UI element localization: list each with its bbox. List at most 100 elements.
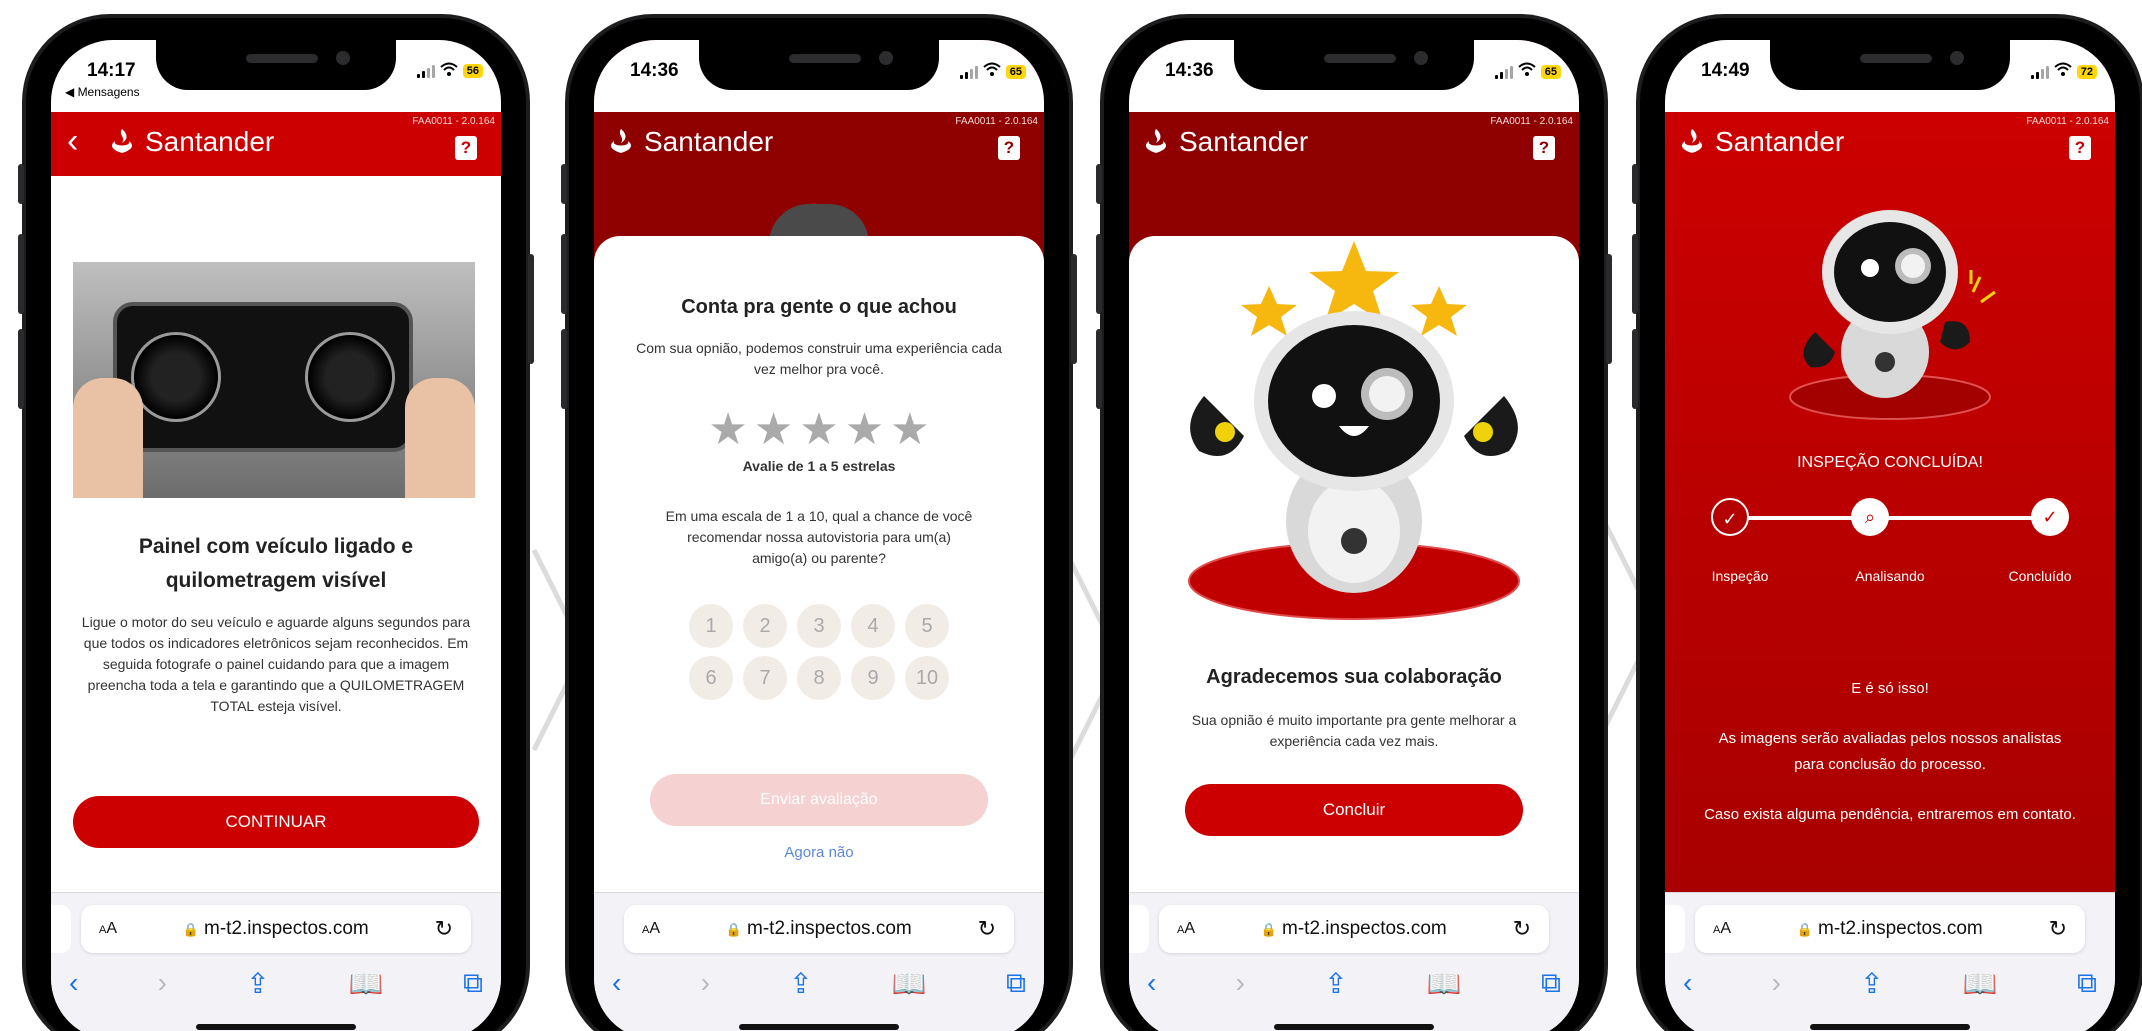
battery-icon: 72	[2076, 64, 2097, 79]
instructions-text: Ligue o motor do seu veículo e aguarde a…	[81, 614, 471, 714]
brand-name: Santander	[145, 126, 275, 157]
back-icon[interactable]: ‹	[69, 967, 78, 999]
step-label: Analisando	[1855, 568, 1925, 584]
star-icon[interactable]: ★	[845, 404, 884, 455]
nps-option[interactable]: 4	[851, 604, 895, 648]
nps-option[interactable]: 6	[689, 656, 733, 700]
star-icon[interactable]: ★	[754, 404, 793, 455]
text-size-icon[interactable]: AA	[1177, 920, 1195, 938]
forward-icon[interactable]: ›	[1772, 967, 1781, 999]
help-icon[interactable]: ?	[455, 136, 477, 160]
star-rating: ★ ★ ★ ★ ★	[594, 404, 1044, 455]
reload-icon[interactable]: ↻	[1513, 916, 1531, 942]
safari-bar: AA 🔒 m-t2.inspectos.com ↻ ‹ › ⇪ 📖 ⧉	[1665, 892, 2115, 1031]
bookmarks-icon[interactable]: 📖	[349, 967, 384, 1000]
signal-icon	[959, 65, 978, 79]
reload-icon[interactable]: ↻	[435, 916, 453, 942]
nps-option[interactable]: 8	[797, 656, 841, 700]
app-version: FAA0011 - 2.0.164	[2026, 116, 2109, 127]
status-time: 14:49	[1701, 60, 1750, 81]
status-time: 14:36	[1165, 60, 1214, 81]
nps-option[interactable]: 1	[689, 604, 733, 648]
app-version: FAA0011 - 2.0.164	[412, 116, 495, 127]
url-text: m-t2.inspectos.com	[1818, 918, 1983, 939]
forward-icon[interactable]: ›	[701, 967, 710, 999]
safari-bar: AA 🔒 m-t2.inspectos.com ↻ ‹ › ⇪ 📖 ⧉	[51, 892, 501, 1031]
battery-icon: 65	[1005, 64, 1026, 79]
lock-icon: 🔒	[1260, 922, 1278, 937]
tabs-icon[interactable]: ⧉	[463, 967, 483, 1000]
battery-icon: 65	[1540, 64, 1561, 79]
app-version: FAA0011 - 2.0.164	[955, 116, 1038, 127]
nps-option[interactable]: 3	[797, 604, 841, 648]
nps-option[interactable]: 10	[905, 656, 949, 700]
notch	[156, 40, 396, 90]
reload-icon[interactable]: ↻	[2049, 916, 2067, 942]
screen: 14:49 72 FAA0011 - 2.0.164 Santander ? I…	[1665, 40, 2115, 1031]
back-icon[interactable]: ‹	[612, 967, 621, 999]
share-icon[interactable]: ⇪	[1860, 967, 1883, 1000]
back-arrow-icon[interactable]: ‹	[67, 124, 78, 158]
thanks-subtitle: Sua opnião é muito importante pra gente …	[1191, 712, 1517, 749]
nps-option[interactable]: 9	[851, 656, 895, 700]
sheet-title: Conta pra gente o que achou	[681, 296, 957, 318]
url-bar[interactable]: AA 🔒 m-t2.inspectos.com ↻	[1159, 905, 1549, 953]
help-icon[interactable]: ?	[2069, 136, 2091, 160]
tabs-icon[interactable]: ⧉	[1006, 967, 1026, 1000]
forward-icon[interactable]: ›	[1236, 967, 1245, 999]
tabs-icon[interactable]: ⧉	[1541, 967, 1561, 1000]
star-icon[interactable]: ★	[708, 404, 747, 455]
home-indicator	[1274, 1024, 1434, 1030]
help-icon[interactable]: ?	[1533, 136, 1555, 160]
nps-option[interactable]: 5	[905, 604, 949, 648]
text-size-icon[interactable]: AA	[642, 920, 660, 938]
star-icon[interactable]: ★	[799, 404, 838, 455]
lock-icon: 🔒	[182, 922, 200, 937]
url-bar[interactable]: AA 🔒 m-t2.inspectos.com ↻	[1695, 905, 2085, 953]
thumbs-up-robot-illustration	[1789, 210, 1996, 420]
reload-icon[interactable]: ↻	[978, 916, 996, 942]
showcase: 14:17 ◀ Mensagens 56 FAA0011 - 2.0.164 ‹…	[0, 0, 2142, 1031]
phone-3: 14:36 65 FAA0011 - 2.0.164 Santander ? A…	[1096, 14, 1612, 1031]
safari-bar: AA 🔒 m-t2.inspectos.com ↻ ‹ › ⇪ 📖 ⧉	[1129, 892, 1579, 1031]
home-indicator	[739, 1024, 899, 1030]
send-rating-button[interactable]: Enviar avaliação	[650, 774, 988, 826]
signal-icon	[1494, 65, 1513, 79]
page-title: Painel com veículo ligado e quilometrage…	[138, 535, 414, 592]
url-bar[interactable]: AA 🔒 m-t2.inspectos.com ↻	[81, 905, 471, 953]
battery-icon: 56	[462, 63, 483, 78]
phone-2: 14:36 65 FAA0011 - 2.0.164 Santander ? C…	[561, 14, 1077, 1031]
bookmarks-icon[interactable]: 📖	[1427, 967, 1462, 1000]
finish-button[interactable]: Concluir	[1185, 784, 1523, 836]
not-now-link[interactable]: Agora não	[594, 844, 1044, 861]
home-indicator	[196, 1024, 356, 1030]
nps-option[interactable]: 7	[743, 656, 787, 700]
share-icon[interactable]: ⇪	[246, 967, 269, 1000]
notch	[1234, 40, 1474, 90]
text-size-icon[interactable]: AA	[99, 920, 117, 938]
help-icon[interactable]: ?	[998, 136, 1020, 160]
continue-button[interactable]: CONTINUAR	[73, 796, 479, 848]
text-size-icon[interactable]: AA	[1713, 920, 1731, 938]
nps-option[interactable]: 2	[743, 604, 787, 648]
tabs-icon[interactable]: ⧉	[2077, 967, 2097, 1000]
signal-icon	[2030, 65, 2049, 79]
share-icon[interactable]: ⇪	[1324, 967, 1347, 1000]
bookmarks-icon[interactable]: 📖	[892, 967, 927, 1000]
share-icon[interactable]: ⇪	[789, 967, 812, 1000]
bookmarks-icon[interactable]: 📖	[1963, 967, 1998, 1000]
flame-icon	[1145, 129, 1167, 153]
star-icon[interactable]: ★	[890, 404, 929, 455]
santander-logo: Santander	[606, 126, 773, 158]
screen: 14:17 ◀ Mensagens 56 FAA0011 - 2.0.164 ‹…	[51, 40, 501, 1031]
app-header: FAA0011 - 2.0.164 Santander ?	[1665, 112, 2115, 176]
back-to-app-link[interactable]: ◀ Mensagens	[65, 85, 140, 99]
flame-icon	[610, 129, 632, 153]
url-bar[interactable]: AA 🔒 m-t2.inspectos.com ↻	[624, 905, 1014, 953]
inspection-done-label: INSPEÇÃO CONCLUÍDA!	[1797, 454, 1983, 471]
forward-icon[interactable]: ›	[158, 967, 167, 999]
notch	[1770, 40, 2010, 90]
url-text: m-t2.inspectos.com	[204, 918, 369, 939]
back-icon[interactable]: ‹	[1147, 967, 1156, 999]
back-icon[interactable]: ‹	[1683, 967, 1692, 999]
